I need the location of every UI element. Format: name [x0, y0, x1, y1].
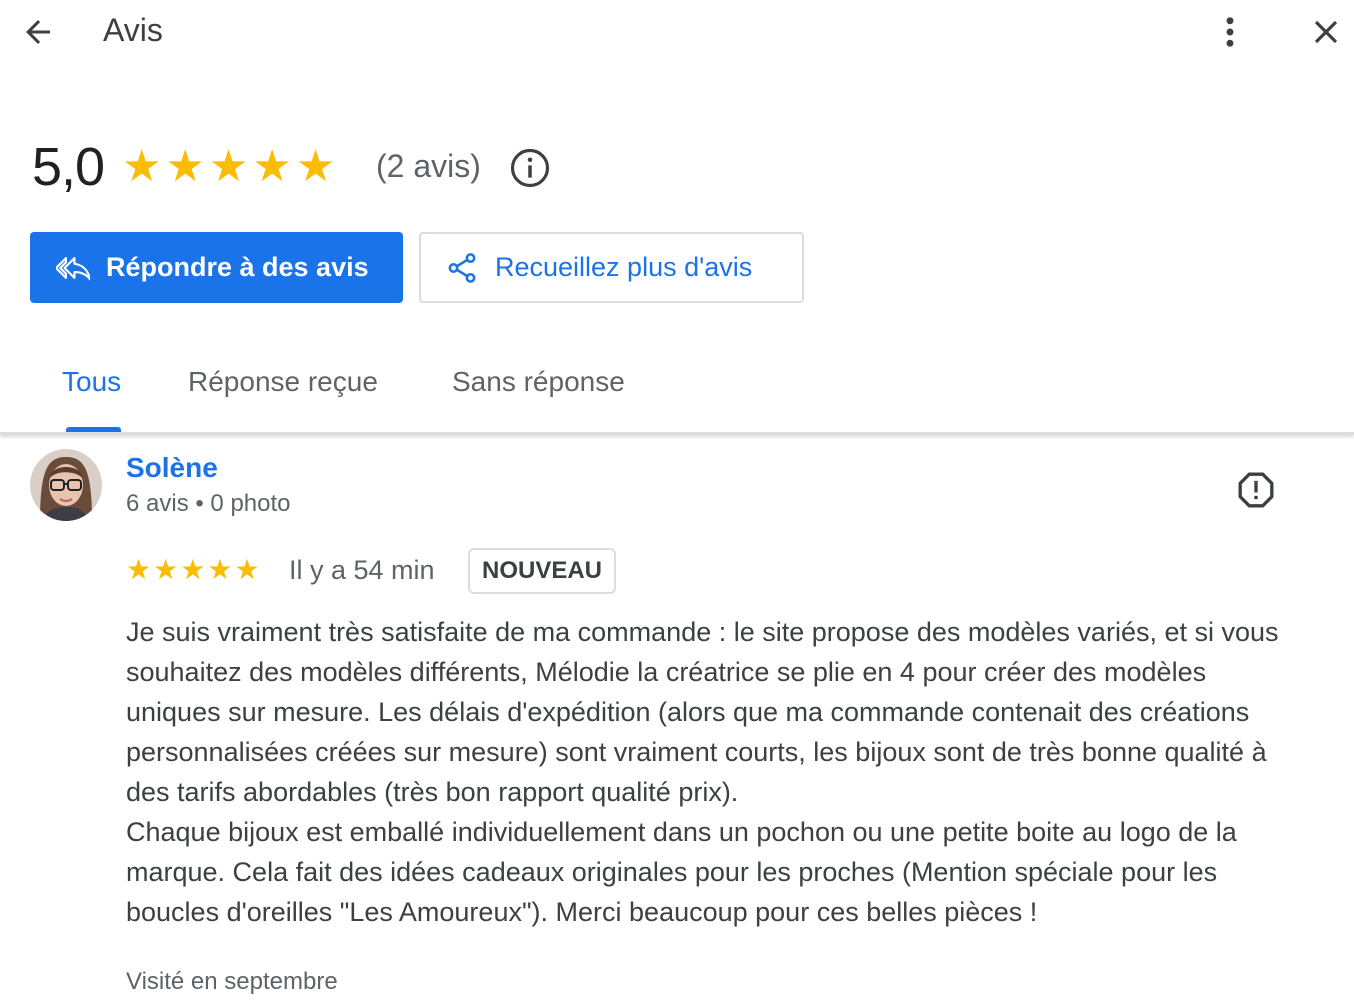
star-icon: ★: [180, 554, 206, 585]
star-icon: ★: [208, 142, 249, 191]
review-filter-tabs: Tous Réponse reçue Sans réponse: [0, 352, 1354, 432]
reply-to-reviews-button[interactable]: Répondre à des avis: [30, 232, 403, 303]
star-icon: ★: [126, 554, 152, 585]
reviews-panel: Avis 5,0 ★ ★ ★ ★ ★ (2 avis) Répondre à d…: [0, 0, 1354, 1002]
reviewer-meta: 6 avis • 0 photo: [126, 490, 291, 517]
page-title: Avis: [103, 12, 163, 48]
report-review-button[interactable]: [1232, 466, 1280, 514]
back-button[interactable]: [14, 10, 62, 54]
collect-reviews-button[interactable]: Recueillez plus d'avis: [419, 232, 804, 303]
star-icon: ★: [165, 142, 205, 191]
average-rating: 5,0: [32, 137, 105, 197]
review-paragraph: Je suis vraiment très satisfaite de ma c…: [126, 617, 1279, 807]
review-count: (2 avis): [376, 148, 481, 184]
review-paragraph: Chaque bijoux est emballé individuelleme…: [126, 817, 1237, 927]
tab-all[interactable]: Tous: [62, 366, 121, 398]
tabs-divider: [0, 432, 1354, 435]
review-text: Je suis vraiment très satisfaite de ma c…: [126, 612, 1306, 932]
tab-unanswered[interactable]: Sans réponse: [452, 366, 625, 398]
review-stars: ★ ★ ★ ★ ★: [126, 555, 260, 585]
close-button[interactable]: [1302, 10, 1350, 54]
star-icon: ★: [295, 142, 336, 191]
reply-button-label: Répondre à des avis: [106, 252, 369, 282]
info-button[interactable]: [508, 146, 552, 190]
info-icon: [510, 148, 550, 188]
reviewer-avatar[interactable]: [30, 449, 102, 521]
star-icon: ★: [122, 142, 162, 191]
review-time: Il y a 54 min: [289, 555, 435, 585]
collect-button-label: Recueillez plus d'avis: [495, 252, 753, 282]
share-icon: [445, 251, 479, 285]
rating-stars: ★ ★ ★ ★ ★: [122, 144, 335, 190]
report-flag-icon: [1238, 472, 1274, 508]
more-options-button[interactable]: [1210, 10, 1250, 54]
tab-replied[interactable]: Réponse reçue: [188, 366, 378, 398]
more-vertical-icon: [1226, 17, 1234, 47]
reviewer-name[interactable]: Solène: [126, 452, 218, 484]
star-icon: ★: [153, 554, 179, 585]
reply-all-icon: [56, 251, 90, 285]
star-icon: ★: [252, 142, 292, 191]
visit-date: Visité en septembre: [126, 968, 338, 995]
arrow-back-icon: [26, 20, 50, 44]
star-icon: ★: [207, 554, 233, 585]
new-badge: NOUVEAU: [468, 548, 617, 594]
close-icon: [1314, 20, 1338, 44]
star-icon: ★: [234, 554, 260, 585]
